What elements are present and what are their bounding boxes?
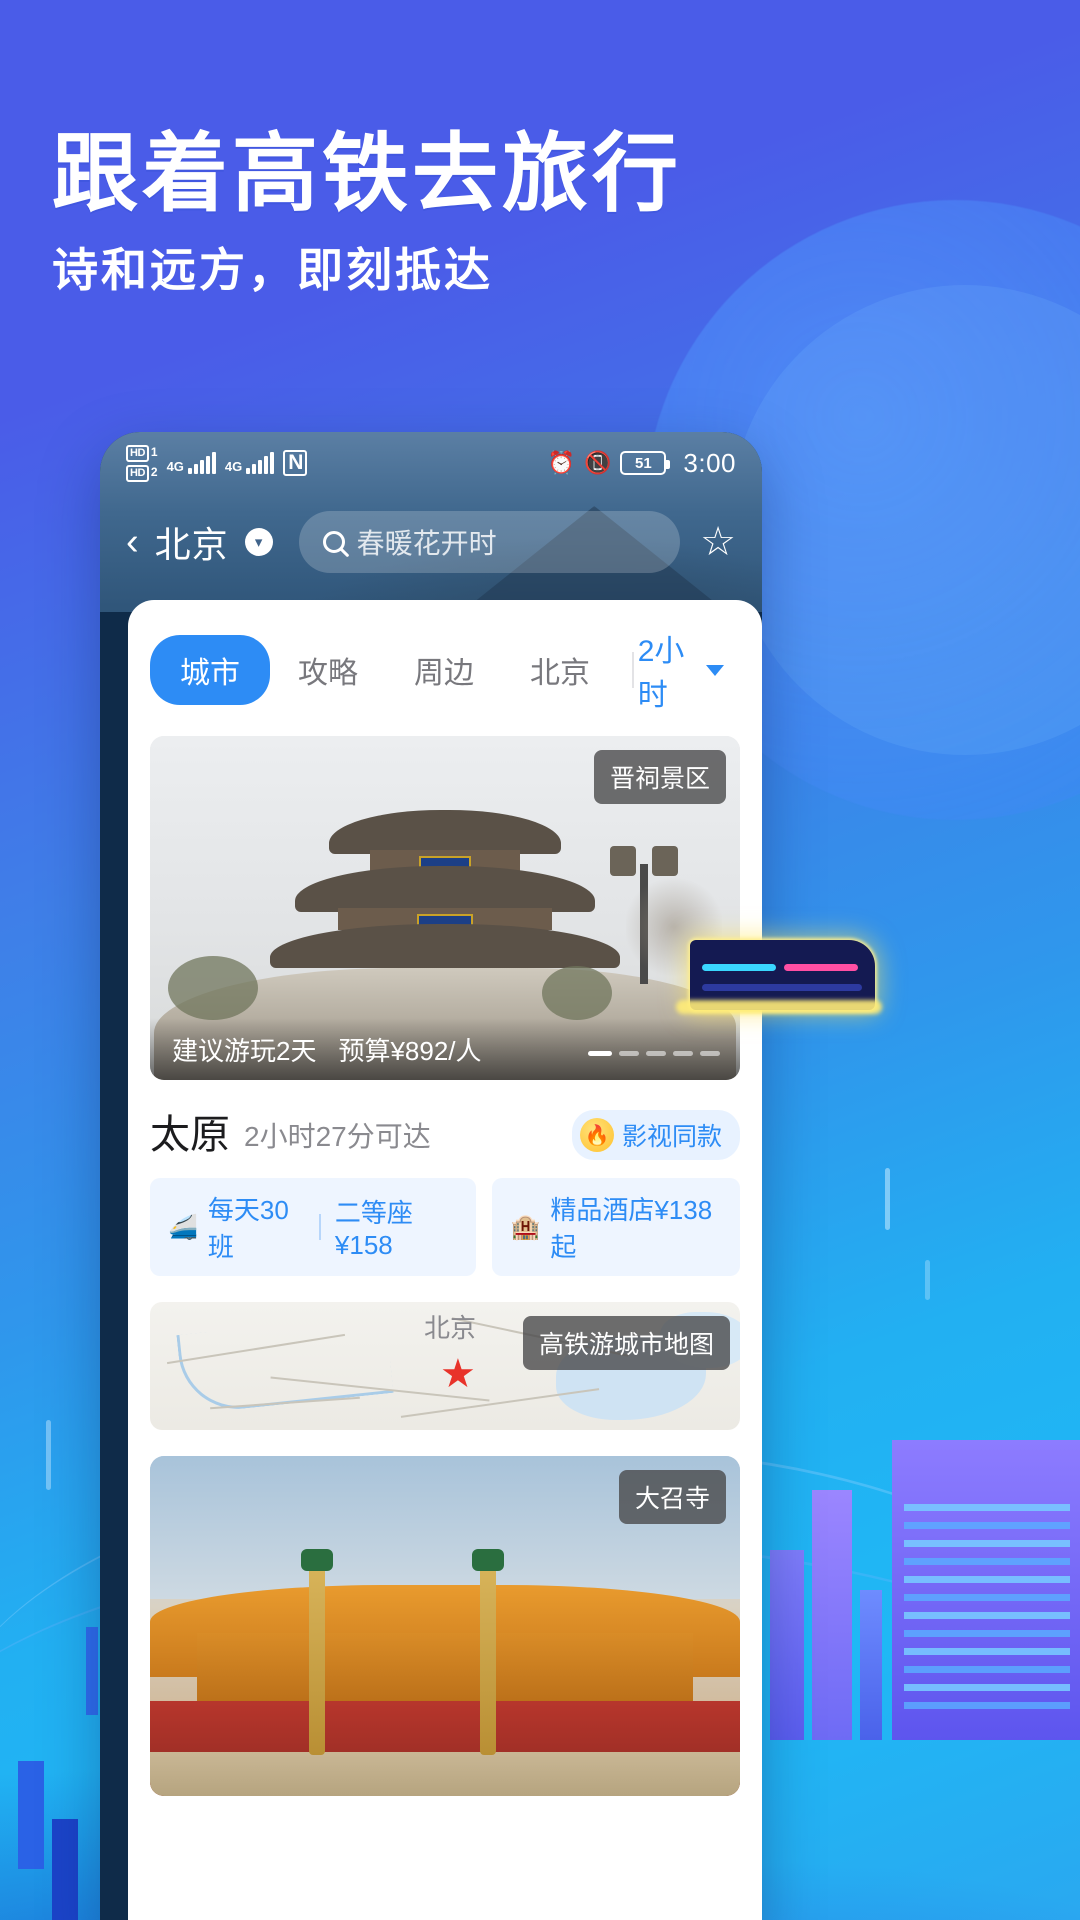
decorative-tick-right-2 bbox=[925, 1260, 930, 1300]
chevron-down-icon[interactable]: ▾ bbox=[244, 528, 273, 556]
battery-icon: 51 bbox=[620, 451, 671, 475]
photo-bush-right bbox=[542, 966, 612, 1020]
scenic-spot-badge-2: 大召寺 bbox=[618, 1470, 726, 1524]
volte-hd-icons: HD 1 HD 2 bbox=[126, 444, 158, 482]
photo-temple bbox=[270, 804, 620, 994]
tab-divider bbox=[632, 652, 634, 688]
battery-level: 51 bbox=[635, 454, 652, 472]
duration-filter-label: 2小时 bbox=[637, 635, 685, 712]
hd2-sub: 2 bbox=[150, 464, 158, 479]
signal-sim2: 4G bbox=[224, 452, 275, 474]
promo-screenshot: 跟着高铁去旅行 诗和远方，即刻抵达 HD 1 HD 2 4G 4G N ⏰ 📵 … bbox=[0, 0, 1080, 1920]
photo-bush-left bbox=[168, 956, 258, 1020]
photo2-roof-lower bbox=[197, 1632, 693, 1711]
decorative-tick-left bbox=[46, 1420, 51, 1490]
hd1-sub: 1 bbox=[150, 444, 158, 459]
network-type-2: 4G bbox=[224, 459, 243, 474]
scenic-photo-card[interactable]: 晋祠景区 建议游玩2天 预算¥892/人 bbox=[150, 736, 740, 1080]
map-badge: 高铁游城市地图 bbox=[522, 1316, 730, 1370]
background-circle-ring bbox=[730, 285, 1080, 755]
hd1-label: HD bbox=[126, 444, 149, 462]
hero-subheadline: 诗和远方，即刻抵达 bbox=[52, 242, 493, 297]
alarm-icon: ⏰ bbox=[547, 450, 575, 475]
scenic-photo-card-2[interactable]: 大召寺 bbox=[150, 1456, 740, 1796]
signal-bars-icon-1 bbox=[187, 452, 216, 474]
status-badge-label: 影视同款 bbox=[621, 1123, 722, 1151]
carousel-dots[interactable] bbox=[588, 1051, 720, 1056]
photo-caption: 建议游玩2天 预算¥892/人 bbox=[150, 1018, 740, 1080]
hero-copy: 跟着高铁去旅行 诗和远方，即刻抵达 bbox=[52, 128, 682, 298]
hotel-info-chip[interactable]: 🏨 精品酒店¥138起 bbox=[492, 1178, 740, 1276]
city-summary-row: 太原 2小时27分可达 🔥 影视同款 bbox=[128, 1080, 762, 1160]
status-badge: 🔥 影视同款 bbox=[571, 1110, 740, 1160]
vibrate-icon: 📵 bbox=[583, 450, 612, 475]
nfc-icon: N bbox=[283, 449, 308, 477]
train-price: 二等座¥158 bbox=[334, 1198, 413, 1260]
map-river bbox=[176, 1313, 394, 1415]
flame-icon: 🔥 bbox=[579, 1118, 614, 1152]
photo2-pillar-left bbox=[301, 1549, 334, 1756]
decorative-skyline bbox=[760, 1370, 1080, 1740]
back-chevron-icon[interactable]: ‹ bbox=[126, 523, 139, 561]
scenic-spot-badge: 晋祠景区 bbox=[593, 750, 726, 804]
search-input[interactable]: 春暖花开时 bbox=[298, 511, 681, 573]
current-city-label[interactable]: 北京 bbox=[155, 516, 229, 568]
category-tabs: 城市 攻略 周边 北京 2小时 bbox=[128, 600, 762, 732]
chip-divider bbox=[319, 1214, 321, 1240]
info-chips: 🚄 每天30班 二等座¥158 🏨 精品酒店¥138起 bbox=[128, 1160, 762, 1276]
suggested-budget: 预算¥892/人 bbox=[338, 1035, 482, 1066]
phone-mockup: HD 1 HD 2 4G 4G N ⏰ 📵 51 3:00 ‹ 北京 ▾ 春暖花… bbox=[100, 432, 762, 1920]
train-icon: 🚄 bbox=[168, 1213, 198, 1241]
search-placeholder: 春暖花开时 bbox=[356, 528, 497, 559]
decorative-tick-right bbox=[885, 1168, 890, 1230]
photo2-pillar-right bbox=[472, 1549, 505, 1756]
hd2-label: HD bbox=[126, 464, 149, 482]
tab-nearby[interactable]: 周边 bbox=[386, 648, 502, 692]
tab-beijing[interactable]: 北京 bbox=[502, 648, 618, 692]
photo2-ground bbox=[150, 1751, 740, 1796]
tab-guides[interactable]: 攻略 bbox=[270, 648, 386, 692]
star-outline-icon[interactable]: ☆ bbox=[700, 522, 736, 562]
signal-bars-icon-2 bbox=[246, 452, 275, 474]
train-frequency: 每天30班 bbox=[207, 1195, 289, 1262]
hotel-icon: 🏨 bbox=[510, 1213, 541, 1241]
app-navbar: ‹ 北京 ▾ 春暖花开时 ☆ bbox=[100, 494, 762, 590]
city-map-strip[interactable]: 北京 ★ 高铁游城市地图 bbox=[150, 1302, 740, 1430]
chevron-down-icon bbox=[706, 664, 724, 676]
status-bar: HD 1 HD 2 4G 4G N ⏰ 📵 51 3:00 bbox=[100, 432, 762, 494]
signal-sim1: 4G bbox=[167, 452, 216, 474]
tab-city[interactable]: 城市 bbox=[150, 635, 270, 705]
network-type-1: 4G bbox=[166, 459, 184, 474]
status-bar-clock: 3:00 bbox=[683, 447, 736, 478]
photo-tree bbox=[626, 862, 722, 980]
map-city-label: 北京 bbox=[424, 1313, 477, 1343]
content-sheet: 城市 攻略 周边 北京 2小时 晋祠景区 建议游玩2天 预算¥892/人 太原 … bbox=[128, 600, 762, 1920]
hero-headline: 跟着高铁去旅行 bbox=[52, 124, 682, 224]
duration-filter[interactable]: 2小时 bbox=[638, 626, 740, 714]
suggested-days: 建议游玩2天 bbox=[172, 1035, 317, 1066]
train-info-chip[interactable]: 🚄 每天30班 二等座¥158 bbox=[150, 1178, 477, 1276]
star-marker-icon: ★ bbox=[440, 1352, 476, 1396]
hotel-price: 精品酒店¥138起 bbox=[550, 1195, 713, 1262]
search-icon bbox=[322, 531, 345, 553]
destination-city-name: 太原 bbox=[150, 1113, 230, 1157]
destination-travel-time: 2小时27分可达 bbox=[244, 1121, 431, 1152]
